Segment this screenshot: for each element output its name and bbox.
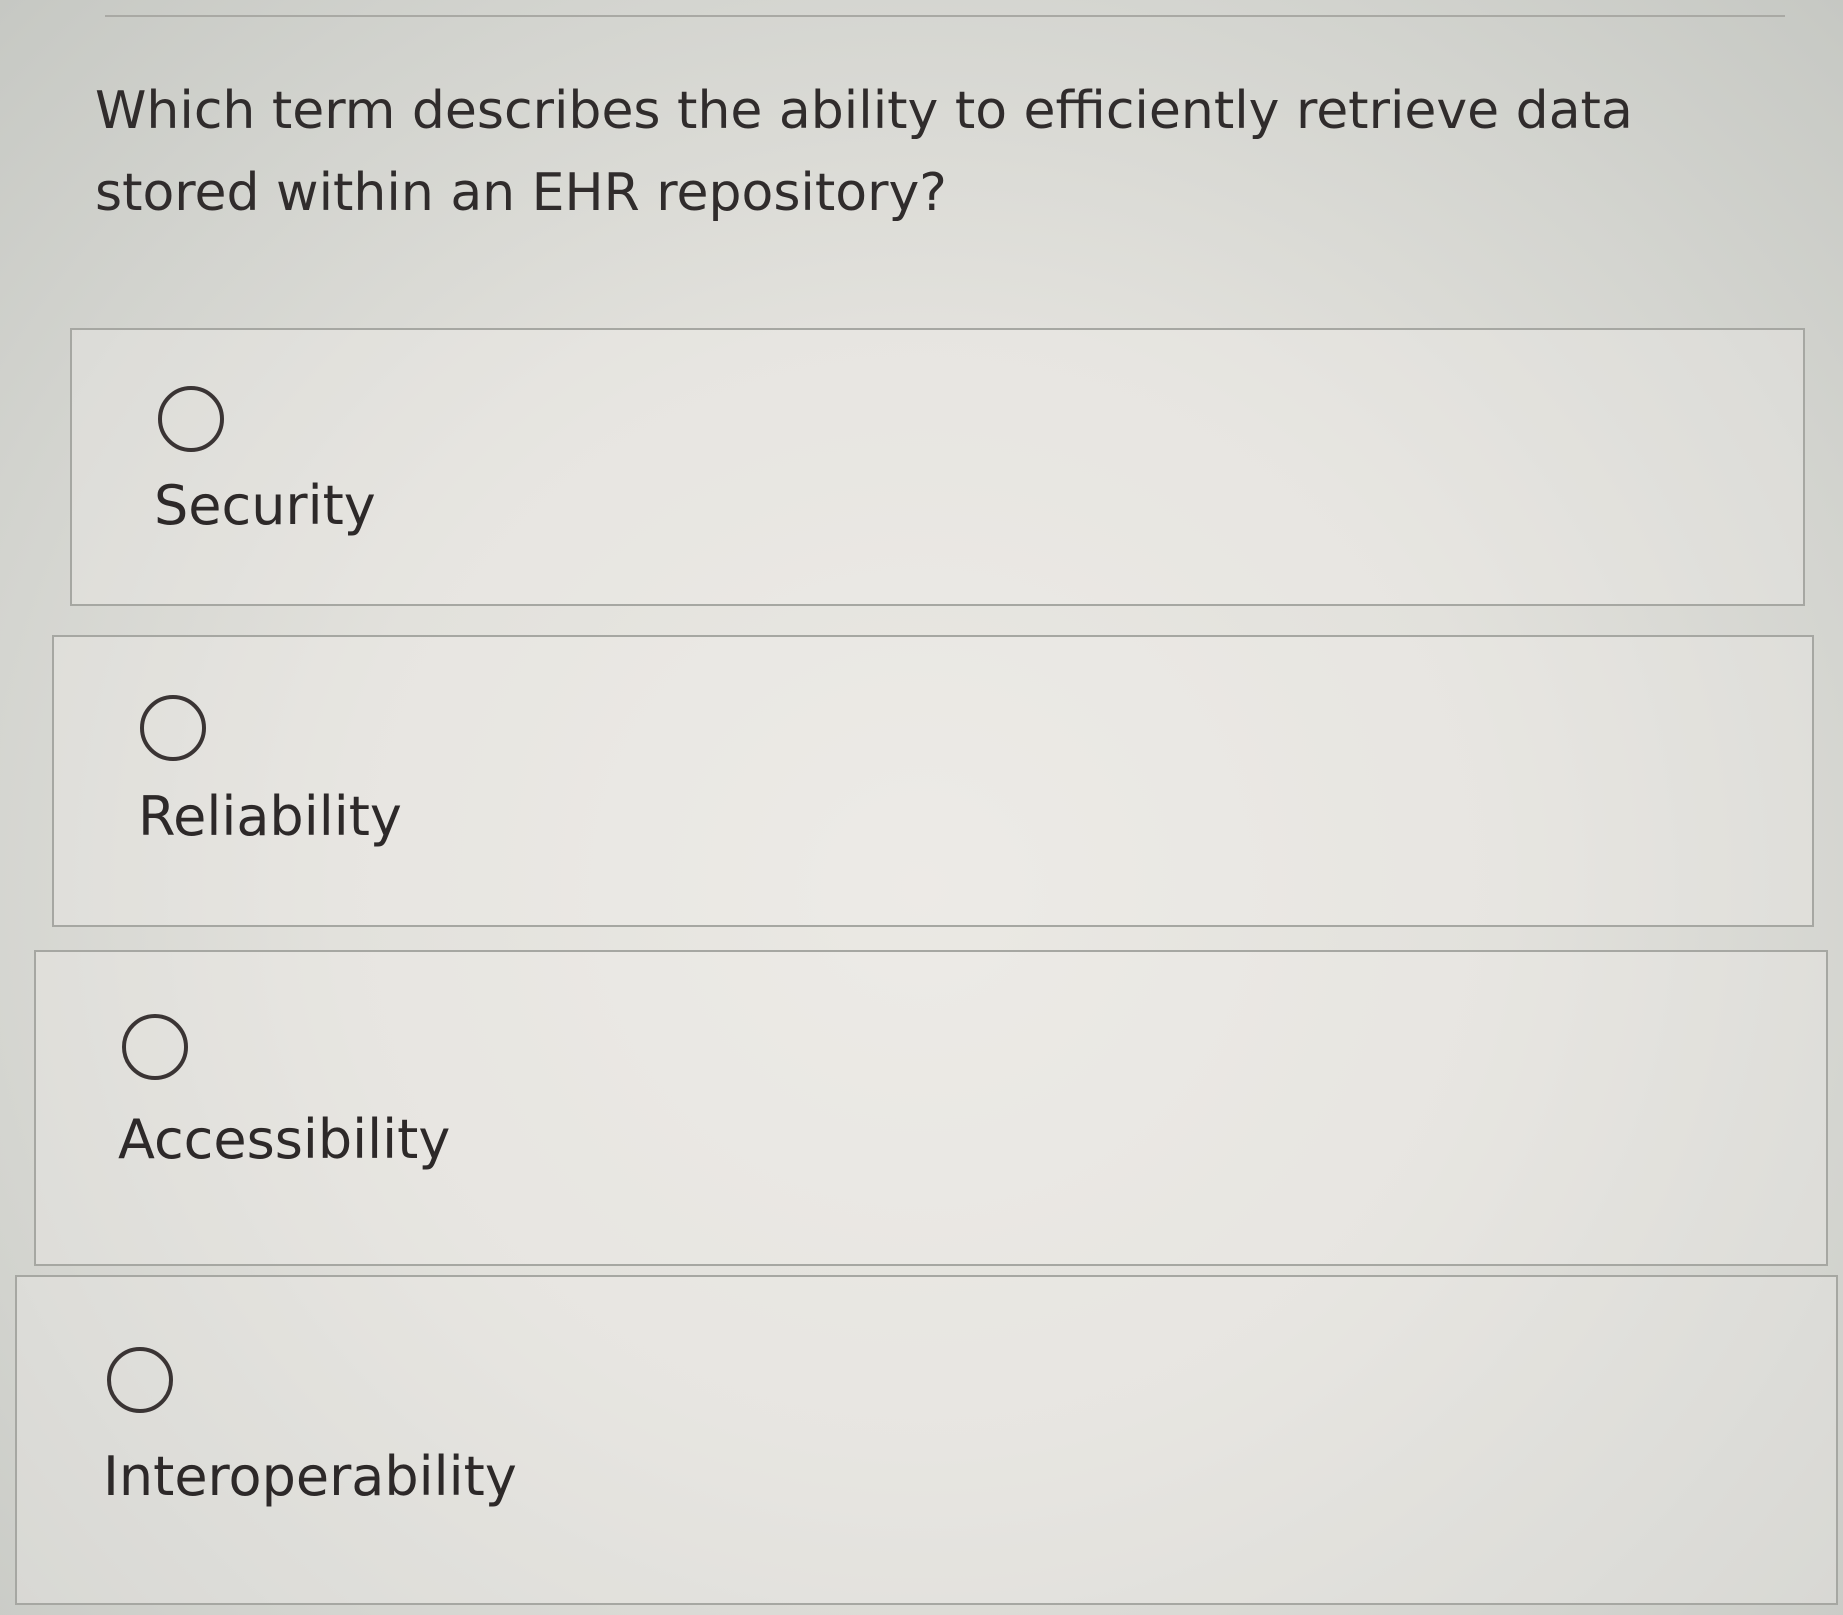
answer-option-reliability[interactable]: Reliability [52,635,1814,927]
answer-option-label: Interoperability [103,1445,517,1508]
answer-option-security[interactable]: Security [70,328,1805,606]
answer-option-label: Security [154,474,376,537]
answer-option-accessibility[interactable]: Accessibility [34,950,1828,1266]
radio-unchecked-icon[interactable] [140,695,206,761]
question-text: Which term describes the ability to effi… [95,81,1633,223]
radio-unchecked-icon[interactable] [122,1014,188,1080]
answer-option-interoperability[interactable]: Interoperability [15,1275,1838,1605]
radio-unchecked-icon[interactable] [158,386,224,452]
answer-option-label: Reliability [138,785,402,848]
top-divider [105,15,1785,17]
answer-option-label: Accessibility [118,1108,451,1171]
radio-unchecked-icon[interactable] [107,1347,173,1413]
